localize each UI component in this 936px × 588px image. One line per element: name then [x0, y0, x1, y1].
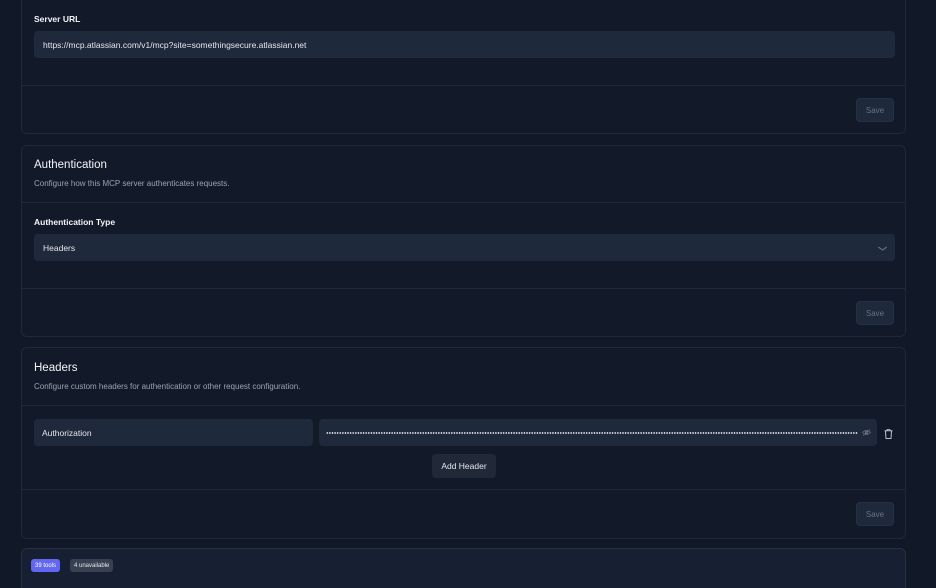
authentication-type-select[interactable]: Headers [34, 234, 895, 261]
save-button[interactable]: Save [856, 502, 894, 526]
tools-count-badge: 39 tools [31, 559, 61, 572]
header-key-value: Authorization [42, 427, 92, 438]
header-value-input[interactable] [319, 419, 877, 446]
divider [22, 202, 905, 203]
divider [22, 489, 905, 490]
server-url-input[interactable]: https://mcp.atlassian.com/v1/mcp?site=so… [34, 31, 895, 58]
masked-value [326, 431, 858, 434]
headers-title: Headers [34, 362, 78, 374]
headers-description: Configure custom headers for authenticat… [34, 382, 301, 391]
headers-card: Headers Configure custom headers for aut… [21, 347, 906, 539]
authentication-card: Authentication Configure how this MCP se… [21, 145, 906, 337]
server-url-label: Server URL [34, 14, 81, 24]
chevron-down-icon [877, 243, 888, 253]
save-button[interactable]: Save [856, 98, 894, 122]
save-button[interactable]: Save [856, 301, 894, 325]
authentication-title: Authentication [34, 159, 107, 171]
server-url-card: Server URL https://mcp.atlassian.com/v1/… [21, 0, 906, 134]
server-url-value: https://mcp.atlassian.com/v1/mcp?site=so… [43, 39, 307, 50]
divider [22, 85, 905, 86]
authentication-type-label: Authentication Type [34, 217, 116, 227]
header-key-input[interactable]: Authorization [34, 419, 313, 446]
eye-icon[interactable] [862, 429, 871, 436]
page: Server URL https://mcp.atlassian.com/v1/… [0, 0, 936, 588]
authentication-type-value: Headers [43, 242, 76, 253]
divider [22, 405, 905, 406]
unavailable-badge: 4 unavailable [70, 559, 114, 572]
trash-icon[interactable] [884, 426, 893, 444]
tools-card: 39 tools 4 unavailable [21, 548, 906, 588]
authentication-description: Configure how this MCP server authentica… [34, 179, 230, 188]
divider [22, 288, 905, 289]
add-header-button[interactable]: Add Header [432, 454, 496, 478]
